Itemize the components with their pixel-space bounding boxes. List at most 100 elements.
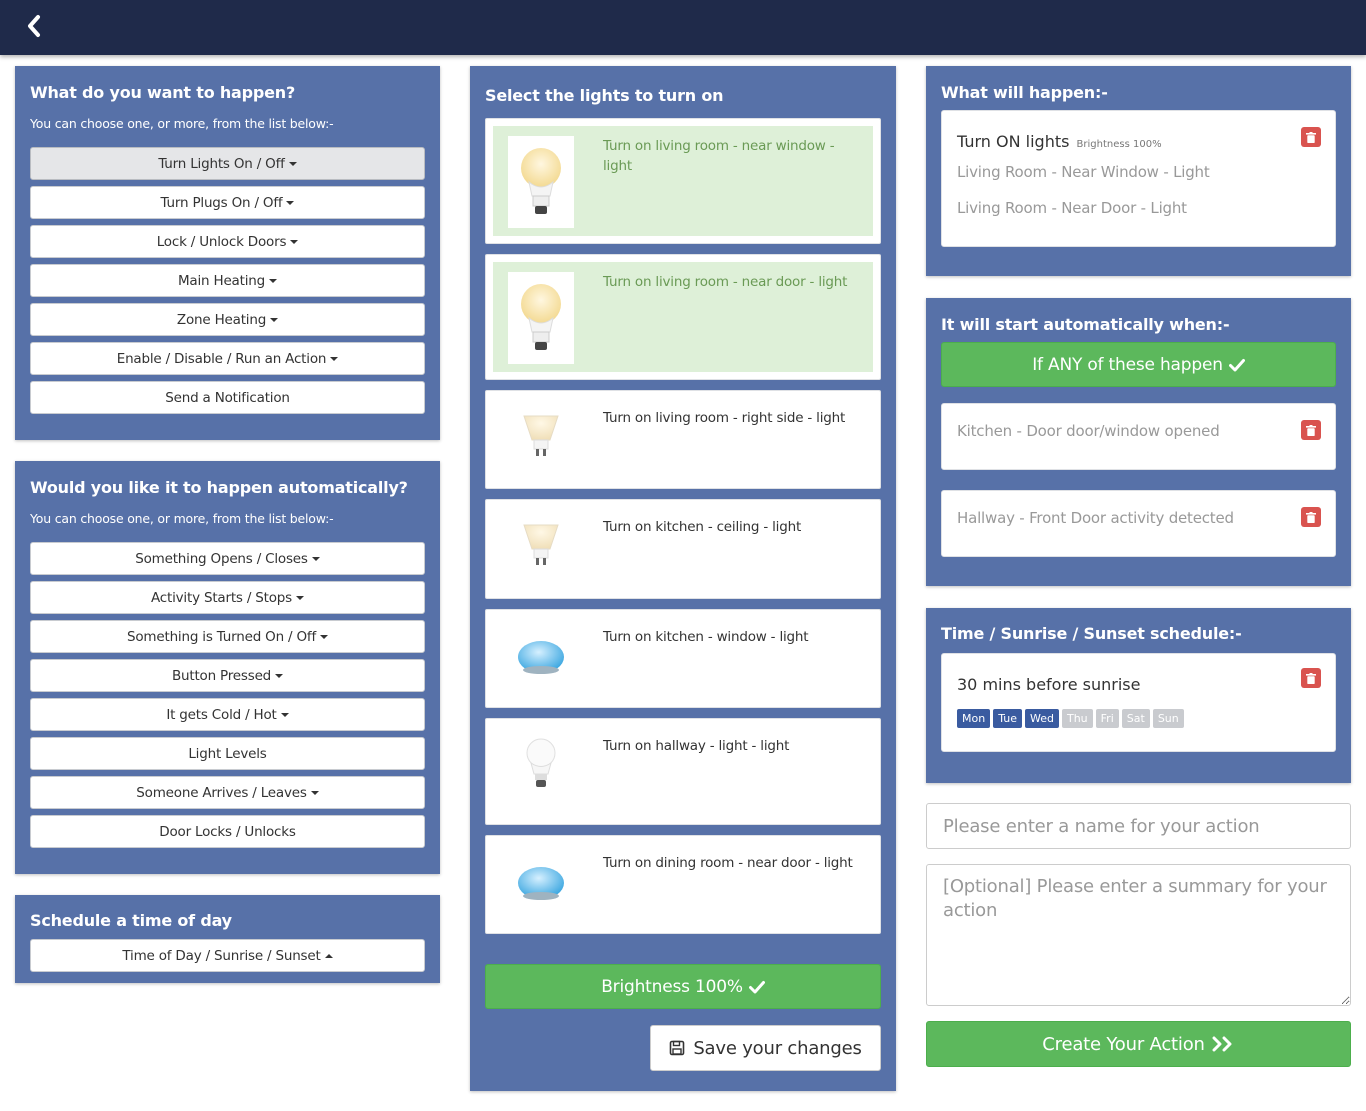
caret-down-icon [286, 200, 295, 205]
summary-heading: Turn ON lights Brightness 100% [957, 132, 1162, 151]
option-button[interactable]: Turn Plugs On / Off [30, 186, 425, 219]
light-card-inner: Turn on hallway - light - light [493, 726, 873, 817]
day-badge[interactable]: Wed [1025, 709, 1059, 728]
light-card[interactable]: Turn on living room - near window - ligh… [485, 118, 881, 244]
caret-down-icon [290, 239, 299, 244]
what-will-happen-box: Turn ON lights Brightness 100% Living Ro… [941, 110, 1336, 247]
option-button[interactable]: Activity Starts / Stops [30, 581, 425, 614]
light-card[interactable]: Turn on hallway - light - light [485, 718, 881, 825]
option-label: Something Opens / Closes [135, 550, 308, 567]
chevron-left-icon [28, 15, 40, 37]
light-label: Turn on living room - near door - light [603, 274, 848, 290]
auto-panel: Would you like it to happen automaticall… [15, 461, 440, 874]
option-label: Enable / Disable / Run an Action [116, 350, 327, 367]
light-card-inner: Turn on kitchen - ceiling - light [493, 507, 873, 591]
option-button[interactable]: Enable / Disable / Run an Action [30, 342, 425, 375]
schedule-panel: Schedule a time of day Time of Day / Sun… [15, 895, 440, 983]
option-button[interactable]: Something is Turned On / Off [30, 620, 425, 653]
check-icon [1228, 358, 1245, 371]
caret-down-icon [270, 317, 279, 322]
option-button[interactable]: Lock / Unlock Doors [30, 225, 425, 258]
light-label: Turn on living room - near window - ligh… [603, 138, 835, 174]
schedule-panel-title: Schedule a time of day [30, 911, 232, 930]
option-button[interactable]: Main Heating [30, 264, 425, 297]
caret-down-icon [330, 356, 339, 361]
option-button[interactable]: Door Locks / Unlocks [30, 815, 425, 848]
option-button[interactable]: Zone Heating [30, 303, 425, 336]
option-button[interactable]: Someone Arrives / Leaves [30, 776, 425, 809]
option-label: Lock / Unlock Doors [156, 233, 287, 250]
option-label: Someone Arrives / Leaves [136, 784, 307, 801]
back-button[interactable] [22, 12, 46, 40]
option-label: Main Heating [177, 272, 266, 289]
trash-icon [1306, 672, 1316, 684]
caret-down-icon [311, 556, 320, 561]
option-label: Time of Day / Sunrise / Sunset [122, 947, 321, 964]
summary-light-item: Living Room - Near Door - Light [957, 199, 1187, 217]
option-label: Something is Turned On / Off [126, 628, 316, 645]
light-card[interactable]: Turn on kitchen - window - light [485, 609, 881, 708]
option-button[interactable]: Light Levels [30, 737, 425, 770]
bloom-lamp-icon [508, 623, 574, 687]
bulb-a19-icon [508, 272, 574, 364]
day-badge[interactable]: Mon [957, 709, 991, 728]
floppy-disk-icon [670, 1040, 685, 1056]
light-label: Turn on kitchen - ceiling - light [603, 519, 802, 535]
option-button[interactable]: Turn Lights On / Off [30, 147, 425, 180]
double-chevron-right-icon [1212, 1036, 1232, 1052]
start-automatically-panel: It will start automatically when:- If AN… [926, 298, 1351, 586]
delete-button[interactable] [1301, 127, 1321, 147]
day-badge[interactable]: Thu [1061, 709, 1093, 728]
save-changes-button[interactable]: Save your changes [650, 1025, 881, 1071]
option-label: Turn Plugs On / Off [160, 194, 283, 211]
light-label: Turn on hallway - light - light [603, 738, 790, 754]
create-action-button[interactable]: Create Your Action [926, 1021, 1351, 1067]
start-automatically-title: It will start automatically when:- [941, 315, 1230, 334]
brightness-button[interactable]: Brightness 100% [485, 964, 881, 1009]
lights-panel: Select the lights to turn on Turn on liv… [470, 66, 896, 1091]
schedule-entry-box: 30 mins before sunrise Mon Tue Wed Thu Fri Sa… [941, 653, 1336, 752]
light-card[interactable]: Turn on kitchen - ceiling - light [485, 499, 881, 599]
option-button[interactable]: Button Pressed [30, 659, 425, 692]
light-card[interactable]: Turn on living room - right side - light [485, 390, 881, 489]
light-label: Turn on kitchen - window - light [603, 629, 809, 645]
option-button[interactable]: Time of Day / Sunrise / Sunset [30, 939, 425, 972]
option-button[interactable]: Something Opens / Closes [30, 542, 425, 575]
action-summary-textarea[interactable] [926, 864, 1351, 1006]
light-card-inner: Turn on dining room - near door - light [493, 843, 873, 926]
delete-button[interactable] [1301, 668, 1321, 688]
brightness-label: Brightness 100% [601, 976, 743, 997]
any-of-these-label: If ANY of these happen [1032, 354, 1223, 375]
delete-button[interactable] [1301, 420, 1321, 440]
days-row: Mon Tue Wed Thu Fri Sat Sun [957, 707, 1187, 728]
lights-panel-title: Select the lights to turn on [485, 86, 724, 105]
caret-down-icon [288, 161, 297, 166]
light-card[interactable]: Turn on living room - near door - light [485, 254, 881, 380]
light-card-inner: Turn on kitchen - window - light [493, 617, 873, 700]
what-will-happen-title: What will happen:- [941, 83, 1108, 102]
caret-down-icon [310, 790, 319, 795]
day-badge[interactable]: Sat [1121, 709, 1150, 728]
day-badge[interactable]: Tue [993, 709, 1022, 728]
option-label: Door Locks / Unlocks [159, 823, 296, 840]
day-badge[interactable]: Sun [1152, 709, 1184, 728]
option-button[interactable]: It gets Cold / Hot [30, 698, 425, 731]
caret-down-icon [280, 712, 289, 717]
any-of-these-button[interactable]: If ANY of these happen [941, 342, 1336, 387]
option-label: Activity Starts / Stops [150, 589, 293, 606]
light-card[interactable]: Turn on dining room - near door - light [485, 835, 881, 934]
day-badge[interactable]: Fri [1095, 709, 1119, 728]
caret-down-icon [269, 278, 278, 283]
caret-up-icon [324, 953, 333, 958]
top-bar [0, 0, 1366, 55]
trash-icon [1306, 131, 1316, 143]
option-label: Turn Lights On / Off [158, 155, 285, 172]
caret-down-icon [320, 634, 328, 639]
option-button[interactable]: Send a Notification [30, 381, 425, 414]
action-name-input[interactable] [926, 803, 1351, 849]
delete-button[interactable] [1301, 507, 1321, 527]
what-will-happen-panel: What will happen:- Turn ON lights Bright… [926, 66, 1351, 276]
auto-panel-title: Would you like it to happen automaticall… [30, 478, 408, 497]
trigger-label: Kitchen - Door door/window opened [957, 422, 1220, 440]
check-icon [748, 980, 765, 993]
